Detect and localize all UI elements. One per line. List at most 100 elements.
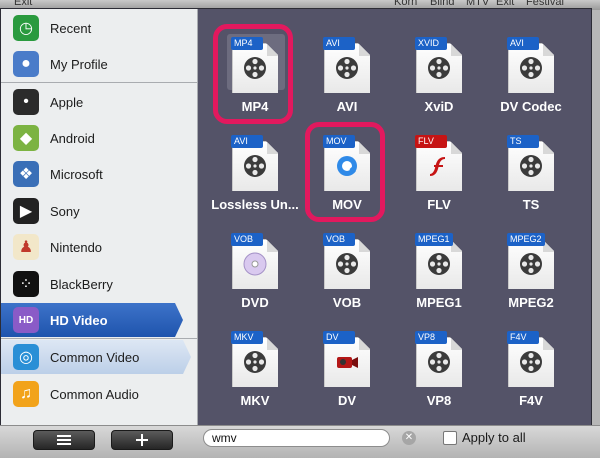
film-reel-icon <box>519 56 543 80</box>
format-tag: VOB <box>231 233 263 246</box>
film-reel-icon <box>427 56 451 80</box>
hd-video-icon: HD <box>13 307 39 333</box>
clear-search-icon[interactable]: ✕ <box>402 431 416 445</box>
sidebar-item-blackberry[interactable]: ⁘ BlackBerry <box>1 267 197 301</box>
format-tag: DV <box>323 331 355 344</box>
format-label: MKV <box>240 393 270 408</box>
profile-icon: ● <box>13 51 39 77</box>
sidebar-item-label: Nintendo <box>50 239 103 255</box>
format-picker-panel: ◷ Recent ● My Profile • Apple ◆ Android ❖ Microso… <box>0 8 592 433</box>
plus-icon <box>136 434 148 446</box>
format-label: Lossless Un... <box>211 197 299 212</box>
film-reel-icon: ◎ <box>13 344 39 370</box>
sidebar-item-label: My Profile <box>50 56 108 72</box>
checkbox-box[interactable] <box>443 430 457 445</box>
sidebar-item-android[interactable]: ◆ Android <box>1 121 197 155</box>
format-label: AVI <box>336 99 358 114</box>
add-preset-button[interactable] <box>111 430 173 450</box>
background-window-title: Exit <box>14 0 33 8</box>
playstation-icon: ▶ <box>13 198 39 224</box>
clock-icon: ◷ <box>13 15 39 41</box>
format-tag: MKV <box>231 331 263 344</box>
format-tag: VOB <box>323 233 355 246</box>
music-note-icon: ♫ <box>13 381 39 407</box>
sidebar-item-my-profile[interactable]: ● My Profile <box>1 47 197 81</box>
format-label: F4V <box>519 393 543 408</box>
film-reel-icon <box>335 56 359 80</box>
format-item-dv[interactable]: DV DV <box>301 315 393 411</box>
background-text: Exit <box>496 0 515 8</box>
sidebar-item-label: Android <box>50 130 95 146</box>
sidebar-item-common-audio[interactable]: ♫ Common Audio <box>1 377 197 411</box>
format-label: DV Codec <box>500 99 562 114</box>
sidebar-item-label: BlackBerry <box>50 276 113 292</box>
annotation-highlight <box>213 24 293 124</box>
flash-icon <box>427 154 451 178</box>
format-item-mkv[interactable]: MKV MKV <box>209 315 301 411</box>
format-label: VP8 <box>426 393 452 408</box>
search-input[interactable] <box>203 429 390 447</box>
format-label: MPEG1 <box>416 295 462 310</box>
format-item-vp8[interactable]: VP8 VP8 <box>393 315 485 411</box>
film-reel-icon <box>243 350 267 374</box>
sidebar-item-label: Common Video <box>50 349 140 365</box>
blackberry-icon: ⁘ <box>13 271 39 297</box>
apply-to-all-label: Apply to all <box>462 430 526 445</box>
sidebar-separator <box>1 82 197 83</box>
sidebar-item-hd-video[interactable]: HD HD Video <box>1 303 183 337</box>
format-item-avi[interactable]: AVI AVI <box>301 21 393 117</box>
sidebar-item-label: Recent <box>50 20 92 36</box>
manage-presets-button[interactable] <box>33 430 95 450</box>
sidebar-item-label: Sony <box>50 203 80 219</box>
format-tag: FLV <box>415 135 447 148</box>
annotation-highlight <box>305 122 385 222</box>
bottom-toolbar: ✕ Apply to all <box>0 425 600 458</box>
format-grid: MP4 MP4 AVI AVI XVID XviD AVI DV Codec AVI Lossle… <box>201 9 589 432</box>
format-tag: AVI <box>323 37 355 50</box>
format-label: XviD <box>424 99 454 114</box>
format-item-xvid[interactable]: XVID XviD <box>393 21 485 117</box>
film-reel-icon <box>519 154 543 178</box>
sidebar-item-label: Microsoft <box>50 166 103 182</box>
background-text: Korn <box>394 0 418 8</box>
film-reel-icon <box>519 252 543 276</box>
format-tag: VP8 <box>415 331 447 344</box>
format-item-mpeg1[interactable]: MPEG1 MPEG1 <box>393 217 485 313</box>
sidebar-item-common-video[interactable]: ◎ Common Video <box>1 340 191 374</box>
sidebar-item-microsoft[interactable]: ❖ Microsoft <box>1 157 197 191</box>
format-item-lossless-un[interactable]: AVI Lossless Un... <box>209 119 301 215</box>
film-reel-icon <box>243 154 267 178</box>
sidebar-separator <box>1 338 197 339</box>
format-item-flv[interactable]: FLV FLV <box>393 119 485 215</box>
format-tag: AVI <box>507 37 539 50</box>
apply-to-all-checkbox[interactable]: Apply to all <box>443 430 526 445</box>
camcorder-icon <box>335 350 359 374</box>
mario-icon: ♟ <box>13 234 39 260</box>
sidebar-item-nintendo[interactable]: ♟ Nintendo <box>1 230 197 264</box>
format-tag: TS <box>507 135 539 148</box>
background-text: Festival <box>526 0 564 8</box>
sidebar-item-recent[interactable]: ◷ Recent <box>1 11 197 45</box>
sidebar-item-label: Common Audio <box>50 386 139 402</box>
format-item-vob[interactable]: VOB VOB <box>301 217 393 313</box>
format-item-dv-codec[interactable]: AVI DV Codec <box>485 21 577 117</box>
format-label: DV <box>337 393 357 408</box>
apple-icon: • <box>13 89 39 115</box>
film-reel-icon <box>427 252 451 276</box>
list-icon <box>57 435 71 445</box>
sidebar-item-apple[interactable]: • Apple <box>1 85 197 119</box>
film-reel-icon <box>427 350 451 374</box>
disc-icon <box>243 252 267 276</box>
sidebar-item-sony[interactable]: ▶ Sony <box>1 194 197 228</box>
format-item-mpeg2[interactable]: MPEG2 MPEG2 <box>485 217 577 313</box>
film-reel-icon <box>519 350 543 374</box>
format-item-ts[interactable]: TS TS <box>485 119 577 215</box>
windows-icon: ❖ <box>13 161 39 187</box>
format-tag: AVI <box>231 135 263 148</box>
format-label: VOB <box>332 295 362 310</box>
format-tag: MPEG2 <box>507 233 545 246</box>
film-reel-icon <box>335 252 359 276</box>
format-item-dvd[interactable]: VOB DVD <box>209 217 301 313</box>
category-sidebar: ◷ Recent ● My Profile • Apple ◆ Android ❖ Microso… <box>1 9 198 432</box>
format-item-f4v[interactable]: F4V F4V <box>485 315 577 411</box>
